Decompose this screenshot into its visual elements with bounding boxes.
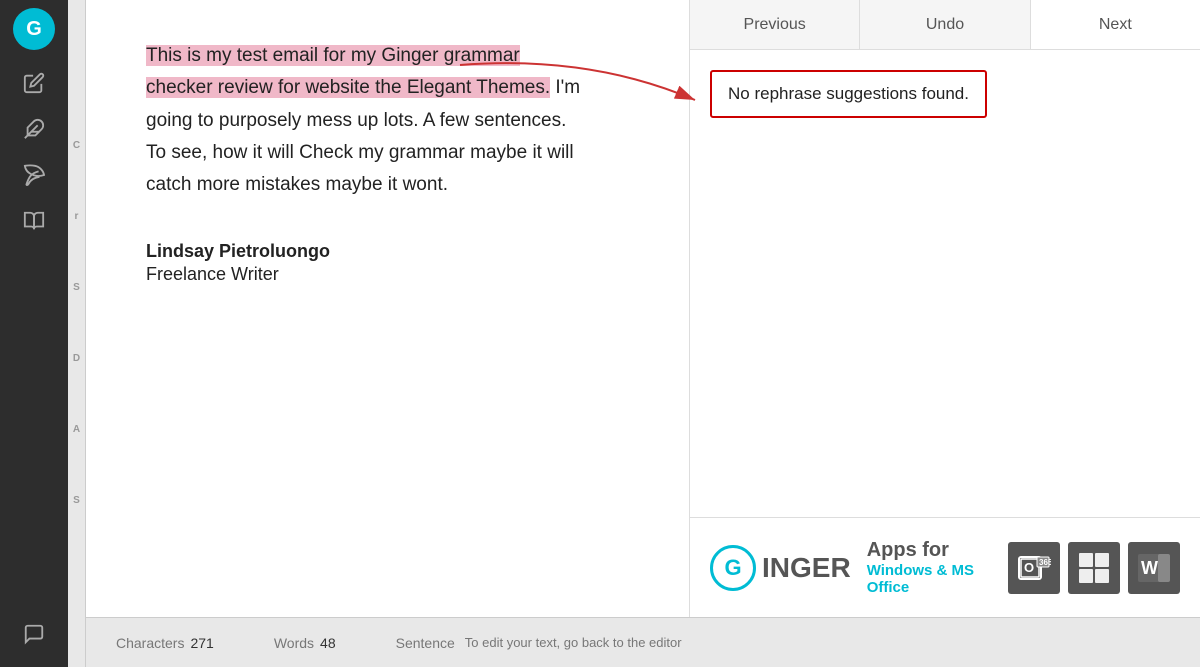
ginger-brand-text: INGER [762, 552, 851, 584]
content-area: This is my test email for my Ginger gram… [86, 0, 1200, 617]
left-letter-a: A [73, 424, 80, 435]
left-letter-r: r [75, 211, 79, 222]
undo-button[interactable]: Undo [860, 0, 1030, 49]
words-value: 48 [320, 635, 336, 651]
characters-label: Characters [116, 635, 184, 651]
no-suggestion-box: No rephrase suggestions found. [710, 70, 987, 118]
toolbar: Previous Undo Next [690, 0, 1200, 50]
left-letter-s: S [73, 282, 80, 293]
sidebar-item-chat[interactable] [13, 613, 55, 655]
svg-text:W: W [1141, 558, 1158, 578]
next-button[interactable]: Next [1031, 0, 1200, 49]
ads-banner: G INGER Apps for Windows & MS Office [690, 517, 1200, 617]
characters-value: 271 [190, 635, 213, 651]
sidebar-item-feather[interactable] [13, 108, 55, 150]
previous-button[interactable]: Previous [690, 0, 860, 49]
sidebar: G [0, 0, 68, 667]
status-bar: Characters 271 Words 48 Sentence To edit… [86, 617, 1200, 667]
right-panel: Previous Undo Next No rephrase suggestio… [690, 0, 1200, 617]
outlook-icon: O 365 [1008, 542, 1060, 594]
suggestion-message: No rephrase suggestions found. [728, 84, 969, 103]
ginger-ad-circle: G [710, 545, 756, 591]
highlighted-text: This is my test email for my Ginger gram… [146, 45, 550, 98]
svg-text:O: O [1024, 560, 1034, 575]
word-icon: W [1128, 542, 1180, 594]
document-pane: This is my test email for my Ginger gram… [86, 0, 690, 617]
sentence-label: Sentence [396, 635, 455, 651]
document-text: This is my test email for my Ginger gram… [146, 40, 586, 201]
office-icons-group: O 365 [1008, 542, 1180, 594]
sentence-text: To edit your text, go back to the editor [465, 635, 682, 651]
author-title: Freelance Writer [146, 264, 629, 285]
ginger-ad-text: Apps for Windows & MS Office [867, 539, 992, 596]
left-letter-s2: S [73, 495, 80, 506]
suggestion-area: No rephrase suggestions found. [690, 50, 1200, 517]
sharepoint-icon [1068, 542, 1120, 594]
left-letters-panel: C r S D A S [68, 0, 86, 667]
sidebar-item-leaf[interactable] [13, 154, 55, 196]
author-section: Lindsay Pietroluongo Freelance Writer [146, 241, 629, 285]
ginger-logo[interactable]: G [13, 8, 55, 50]
sentence-status: Sentence To edit your text, go back to t… [396, 635, 682, 651]
words-status: Words 48 [274, 635, 336, 651]
characters-status: Characters 271 [116, 635, 214, 651]
author-name: Lindsay Pietroluongo [146, 241, 629, 262]
left-letter-d: D [73, 353, 80, 364]
svg-text:365: 365 [1039, 558, 1051, 567]
main-container: This is my test email for my Ginger gram… [86, 0, 1200, 667]
sidebar-item-edit[interactable] [13, 62, 55, 104]
ginger-ad-logo: G INGER [710, 545, 851, 591]
words-label: Words [274, 635, 314, 651]
left-letter-c: C [73, 140, 80, 151]
ginger-apps-line2: Windows & MS Office [867, 562, 992, 596]
sidebar-item-book[interactable] [13, 200, 55, 242]
logo-letter: G [26, 18, 42, 41]
ginger-apps-line1: Apps for [867, 539, 992, 562]
